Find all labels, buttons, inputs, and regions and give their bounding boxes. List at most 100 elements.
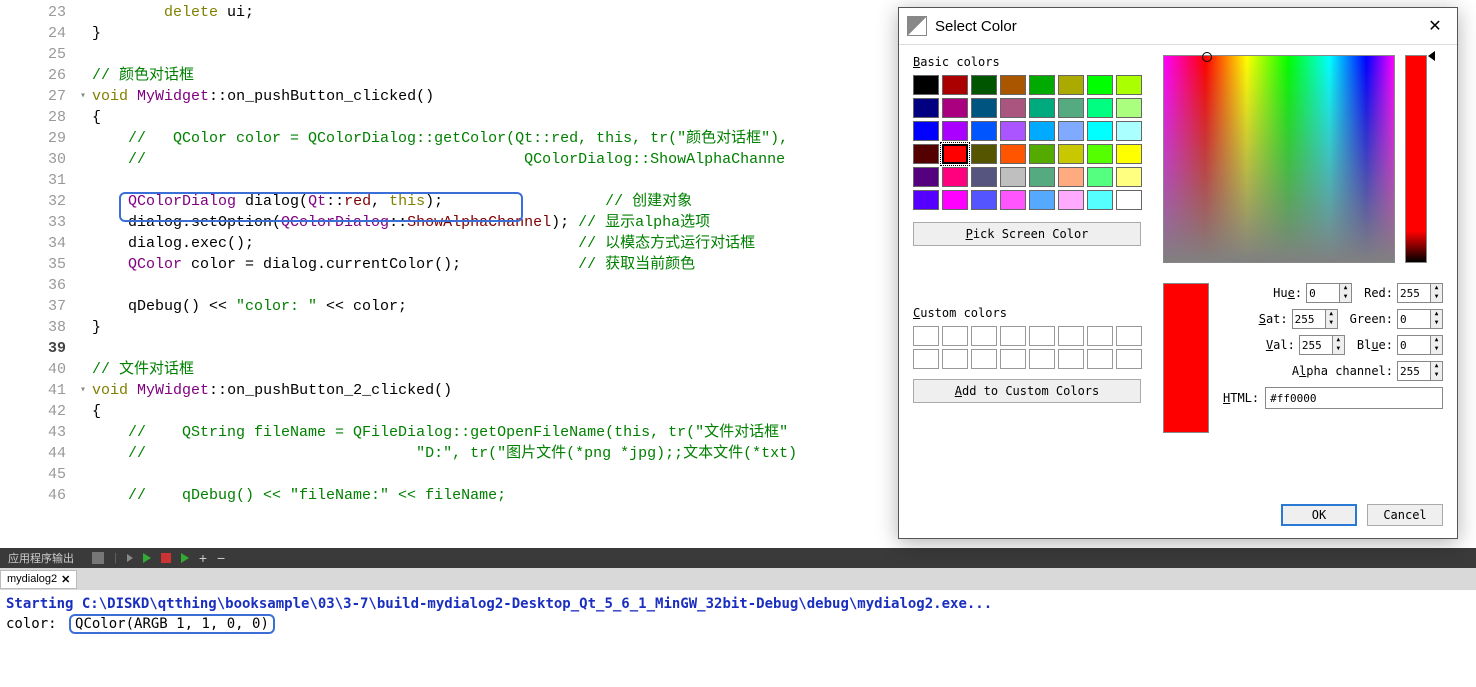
color-swatch[interactable] bbox=[913, 98, 939, 118]
color-swatch[interactable] bbox=[1058, 98, 1084, 118]
custom-swatch[interactable] bbox=[913, 349, 939, 369]
color-swatch[interactable] bbox=[942, 75, 968, 95]
custom-swatch[interactable] bbox=[942, 326, 968, 346]
color-swatch[interactable] bbox=[1058, 190, 1084, 210]
color-swatch[interactable] bbox=[1087, 167, 1113, 187]
custom-swatch[interactable] bbox=[1058, 326, 1084, 346]
ok-button[interactable]: OK bbox=[1281, 504, 1357, 526]
play-icon[interactable] bbox=[143, 553, 151, 563]
pick-screen-color-button[interactable]: Pick Screen Color bbox=[913, 222, 1141, 246]
color-swatch[interactable] bbox=[913, 144, 939, 164]
color-swatch[interactable] bbox=[971, 167, 997, 187]
color-swatch[interactable] bbox=[1029, 167, 1055, 187]
run-icon[interactable] bbox=[181, 553, 189, 563]
color-swatch[interactable] bbox=[1058, 167, 1084, 187]
color-swatch[interactable] bbox=[913, 190, 939, 210]
application-output[interactable]: Starting C:\DISKD\qtthing\booksample\03\… bbox=[0, 590, 1476, 687]
hue-arrow-icon[interactable] bbox=[1428, 51, 1435, 61]
custom-swatch[interactable] bbox=[1029, 349, 1055, 369]
cancel-button[interactable]: Cancel bbox=[1367, 504, 1443, 526]
fold-column[interactable]: ▾▾ bbox=[74, 0, 92, 542]
color-swatch[interactable] bbox=[1116, 144, 1142, 164]
color-swatch[interactable] bbox=[1000, 121, 1026, 141]
html-label: HTML: bbox=[1223, 391, 1259, 405]
color-gradient-picker[interactable] bbox=[1163, 55, 1395, 263]
color-swatch[interactable] bbox=[971, 190, 997, 210]
toolbar-separator: | bbox=[114, 552, 117, 564]
custom-swatch[interactable] bbox=[942, 349, 968, 369]
color-swatch[interactable] bbox=[971, 98, 997, 118]
color-swatch[interactable] bbox=[1058, 144, 1084, 164]
prev-icon[interactable] bbox=[127, 554, 133, 562]
color-swatch[interactable] bbox=[913, 167, 939, 187]
color-swatch[interactable] bbox=[1116, 190, 1142, 210]
color-swatch[interactable] bbox=[913, 121, 939, 141]
thumbs-icon[interactable] bbox=[92, 552, 104, 564]
blue-input[interactable]: ▲▼ bbox=[1397, 335, 1443, 355]
color-swatch[interactable] bbox=[1000, 167, 1026, 187]
color-swatch[interactable] bbox=[971, 144, 997, 164]
sat-input[interactable]: ▲▼ bbox=[1292, 309, 1338, 329]
plus-icon[interactable]: + bbox=[199, 550, 207, 566]
hue-slider[interactable] bbox=[1405, 55, 1427, 263]
color-swatch[interactable] bbox=[1058, 75, 1084, 95]
color-swatch[interactable] bbox=[942, 144, 968, 164]
dialog-titlebar[interactable]: Select Color ✕ bbox=[899, 8, 1457, 45]
color-swatch[interactable] bbox=[1000, 190, 1026, 210]
custom-swatch[interactable] bbox=[1000, 349, 1026, 369]
color-swatch[interactable] bbox=[1000, 75, 1026, 95]
color-swatch[interactable] bbox=[942, 98, 968, 118]
custom-swatch[interactable] bbox=[971, 349, 997, 369]
color-swatch[interactable] bbox=[942, 121, 968, 141]
custom-swatch[interactable] bbox=[1087, 349, 1113, 369]
close-icon[interactable]: ✕ bbox=[1421, 12, 1449, 40]
custom-swatch[interactable] bbox=[1029, 326, 1055, 346]
color-swatch[interactable] bbox=[942, 190, 968, 210]
close-icon[interactable]: ✕ bbox=[61, 573, 70, 586]
blue-label: Blue: bbox=[1357, 338, 1393, 352]
red-label: Red: bbox=[1364, 286, 1393, 300]
color-swatch[interactable] bbox=[1087, 190, 1113, 210]
custom-swatch[interactable] bbox=[1000, 326, 1026, 346]
color-swatch[interactable] bbox=[1000, 144, 1026, 164]
gradient-cursor[interactable] bbox=[1202, 52, 1212, 62]
color-swatch[interactable] bbox=[971, 75, 997, 95]
color-swatch[interactable] bbox=[1000, 98, 1026, 118]
color-swatch[interactable] bbox=[971, 121, 997, 141]
color-swatch[interactable] bbox=[1116, 167, 1142, 187]
color-swatch[interactable] bbox=[942, 167, 968, 187]
color-swatch[interactable] bbox=[1087, 121, 1113, 141]
custom-swatch[interactable] bbox=[913, 326, 939, 346]
red-input[interactable]: ▲▼ bbox=[1397, 283, 1443, 303]
stop-icon[interactable] bbox=[161, 553, 171, 563]
basic-color-swatches bbox=[913, 75, 1145, 210]
green-input[interactable]: ▲▼ bbox=[1397, 309, 1443, 329]
color-swatch[interactable] bbox=[1087, 98, 1113, 118]
alpha-input[interactable]: ▲▼ bbox=[1397, 361, 1443, 381]
add-custom-colors-button[interactable]: Add to Custom Colors bbox=[913, 379, 1141, 403]
sat-label: Sat: bbox=[1259, 312, 1288, 326]
color-swatch[interactable] bbox=[1116, 98, 1142, 118]
output-tab[interactable]: mydialog2 ✕ bbox=[0, 570, 77, 589]
color-dialog: Select Color ✕ Basic colors Pick Screen … bbox=[898, 7, 1458, 539]
hue-input[interactable]: ▲▼ bbox=[1306, 283, 1352, 303]
custom-swatch[interactable] bbox=[971, 326, 997, 346]
color-swatch[interactable] bbox=[1087, 75, 1113, 95]
minus-icon[interactable]: − bbox=[217, 550, 225, 566]
color-swatch[interactable] bbox=[1116, 75, 1142, 95]
color-swatch[interactable] bbox=[1029, 190, 1055, 210]
color-swatch[interactable] bbox=[1029, 75, 1055, 95]
color-swatch[interactable] bbox=[1029, 144, 1055, 164]
custom-swatch[interactable] bbox=[1116, 326, 1142, 346]
html-input[interactable] bbox=[1265, 387, 1443, 409]
color-swatch[interactable] bbox=[1087, 144, 1113, 164]
custom-swatch[interactable] bbox=[1087, 326, 1113, 346]
color-swatch[interactable] bbox=[1029, 98, 1055, 118]
color-swatch[interactable] bbox=[1058, 121, 1084, 141]
color-swatch[interactable] bbox=[913, 75, 939, 95]
val-input[interactable]: ▲▼ bbox=[1299, 335, 1345, 355]
custom-swatch[interactable] bbox=[1058, 349, 1084, 369]
color-swatch[interactable] bbox=[1029, 121, 1055, 141]
color-swatch[interactable] bbox=[1116, 121, 1142, 141]
custom-swatch[interactable] bbox=[1116, 349, 1142, 369]
